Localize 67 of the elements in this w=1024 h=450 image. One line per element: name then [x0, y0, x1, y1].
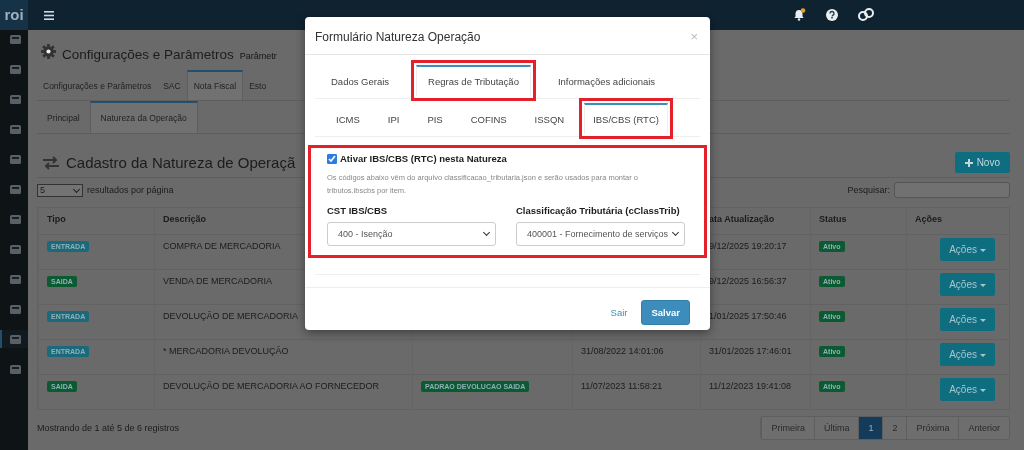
page-title: Configurações e Parâmetros [62, 47, 234, 62]
tab[interactable]: COFINS [462, 103, 515, 134]
table-cell: 11/12/2023 19:41:08 [709, 381, 791, 391]
bell-icon[interactable] [792, 8, 806, 22]
actions-button[interactable]: Ações [940, 378, 995, 401]
tab[interactable]: Dados Gerais [320, 65, 401, 96]
logo: roi [0, 0, 28, 30]
column-header: Tipo [47, 214, 66, 224]
field-label: Classificação Tributária (cClassTrib) [516, 205, 681, 216]
swap-icon [42, 155, 60, 170]
table-cell: 31/01/2025 17:46:01 [709, 346, 792, 356]
column-header: Descrição [163, 214, 207, 224]
checkbox[interactable] [327, 153, 337, 164]
close-button[interactable]: × [690, 29, 698, 44]
column-header: Status [819, 214, 847, 224]
page-size-select[interactable]: 5 [37, 183, 83, 197]
tab[interactable]: Natureza da Operação [89, 101, 198, 133]
menu-icon[interactable] [44, 10, 54, 20]
field-label: CST IBS/CBS [327, 205, 389, 216]
table-cell: DEVOLUÇÃO DE MERCADORIA AO FORNECEDOR [163, 381, 380, 391]
new-button[interactable]: Novo [954, 152, 1010, 173]
tab[interactable]: SAC [157, 70, 187, 100]
save-button[interactable]: Salvar [641, 300, 690, 325]
table-cell: 9/12/2025 16:56:37 [709, 276, 787, 286]
tab[interactable]: ISSQN [526, 103, 573, 134]
search-label: Pesquisar: [847, 185, 890, 195]
tab[interactable]: Regras de Tributação [416, 65, 531, 96]
table-cell: 9/12/2025 19:20:17 [709, 241, 787, 251]
column-header: Ações [915, 214, 942, 224]
actions-button[interactable]: Ações [940, 308, 995, 331]
tab[interactable]: Nota Fiscal [186, 70, 244, 100]
tab[interactable]: Principal [37, 101, 90, 133]
link-icon[interactable] [858, 8, 874, 22]
gear-icon [41, 44, 56, 59]
tab[interactable]: IBS/CBS (RTC) [584, 103, 668, 134]
table-cell: DEVOLUÇÃO DE MERCADORIA [163, 311, 299, 321]
tab[interactable]: Esto [243, 70, 273, 100]
table-cell: COMPRA DE MERCADORIA [163, 241, 281, 251]
record-count: Mostrando de 1 até 5 de 6 registros [37, 423, 180, 433]
column-header: ata Atualização [709, 214, 775, 224]
page-link[interactable]: Anterior [958, 417, 1009, 439]
table-cell: 1/01/2025 17:50:46 [709, 311, 787, 321]
actions-button[interactable]: Ações [940, 343, 995, 366]
modal-title: Formulário Natureza Operação [315, 29, 481, 44]
actions-button[interactable]: Ações [940, 238, 995, 261]
actions-button[interactable]: Ações [940, 273, 995, 296]
tab[interactable]: PIS [419, 103, 451, 134]
select-field[interactable]: 400 - Isenção [327, 222, 496, 246]
page-size-label: resultados por página [87, 185, 174, 195]
page-link[interactable]: 2 [882, 417, 907, 439]
tab[interactable]: ICMS [328, 103, 368, 134]
tab[interactable]: IPI [379, 103, 408, 134]
section-title: Cadastro da Natureza de Operaçã [66, 154, 296, 171]
tab[interactable]: Informações adicionais [546, 65, 667, 96]
table-cell: * MERCADORIA DEVOLUÇÃO [163, 346, 289, 356]
page-link[interactable]: 1 [858, 417, 883, 439]
table-cell: 31/08/2022 14:01:06 [581, 346, 664, 356]
table-cell: 11/07/2023 11:58:21 [581, 381, 663, 391]
table-cell: VENDA DE MERCADORIA [163, 276, 273, 286]
exit-link[interactable]: Sair [610, 307, 628, 318]
page-link[interactable]: Primeira [761, 417, 814, 439]
select-field[interactable]: 400001 - Fornecimento de serviços [516, 222, 685, 246]
page-subtitle: Parâmetr [239, 51, 277, 61]
plus-icon [964, 158, 973, 167]
search-field[interactable] [894, 182, 1010, 198]
checkbox-label: Ativar IBS/CBS (RTC) nesta Natureza [340, 153, 507, 164]
page-link[interactable]: Próxima [906, 417, 959, 439]
